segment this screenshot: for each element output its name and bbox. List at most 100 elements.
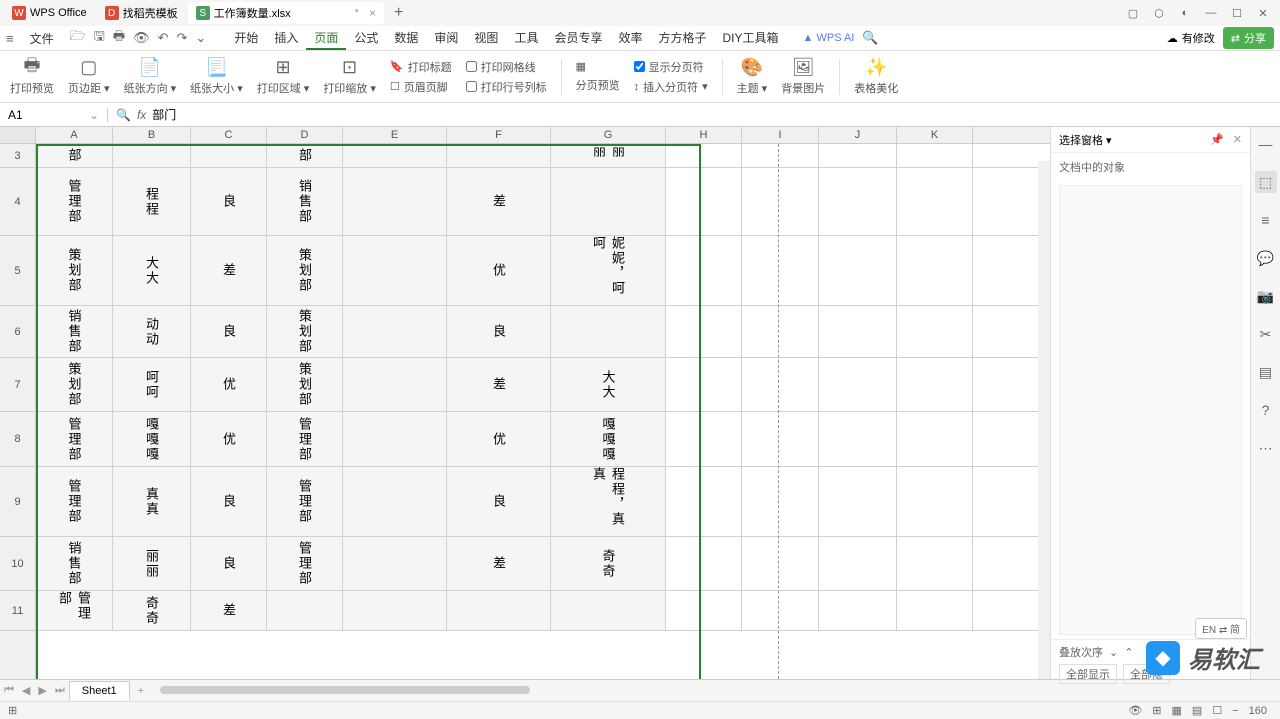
cell[interactable]: 差 xyxy=(447,168,551,235)
cell[interactable] xyxy=(666,467,742,536)
print-area-button[interactable]: ⊞打印区域 ▾ xyxy=(257,58,310,96)
horizontal-scrollbar[interactable] xyxy=(160,686,1272,696)
eye-icon[interactable]: 👁 xyxy=(1123,704,1147,717)
row-header[interactable]: 9 xyxy=(0,467,35,537)
beautify-button[interactable]: ✨表格美化 xyxy=(854,58,898,96)
margins-button[interactable]: ▢页边距 ▾ xyxy=(68,58,110,96)
tab-close-icon[interactable]: × xyxy=(369,6,376,20)
cell[interactable]: 销售部 xyxy=(267,168,343,235)
vertical-scrollbar[interactable] xyxy=(1038,161,1050,679)
size-button[interactable]: 📃纸张大小 ▾ xyxy=(190,58,243,96)
pin-icon[interactable]: 📌 xyxy=(1210,134,1224,146)
cell[interactable] xyxy=(819,591,897,630)
col-header[interactable]: E xyxy=(343,127,447,143)
file-menu[interactable]: 文件 xyxy=(22,28,62,49)
cell[interactable] xyxy=(666,412,742,466)
page-preview-button[interactable]: ▦ xyxy=(576,60,620,73)
cell[interactable] xyxy=(666,591,742,630)
cell[interactable]: 优 xyxy=(191,358,267,411)
view-page-icon[interactable]: ▤ xyxy=(1187,704,1207,717)
cell[interactable] xyxy=(897,144,973,167)
cell[interactable]: 程程，真真 xyxy=(551,467,666,536)
row-header[interactable]: 11 xyxy=(0,591,35,631)
menu-item-会员专享[interactable]: 会员专享 xyxy=(546,27,610,50)
col-header[interactable]: G xyxy=(551,127,666,143)
cell[interactable]: 策划部 xyxy=(267,236,343,305)
cell[interactable]: 管理部 xyxy=(36,412,113,466)
minimize-button[interactable]: — xyxy=(1198,0,1224,26)
cell[interactable] xyxy=(447,591,551,630)
header-footer-button[interactable]: ☐ 页眉页脚 xyxy=(390,79,452,95)
cell[interactable]: 良 xyxy=(191,168,267,235)
cloud-status[interactable]: ☁ 有修改 xyxy=(1159,28,1223,48)
cell[interactable]: 丽丽 xyxy=(551,144,666,167)
tab-template[interactable]: D 找稻壳模板 xyxy=(97,2,186,24)
cell[interactable] xyxy=(819,168,897,235)
first-sheet-icon[interactable]: ⏮ xyxy=(0,684,18,697)
cell[interactable]: 管理部 xyxy=(36,168,113,235)
cell[interactable]: 策划部 xyxy=(36,236,113,305)
cell[interactable]: 奇奇 xyxy=(113,591,191,630)
undo-icon[interactable]: ↶ xyxy=(158,30,169,46)
cell[interactable] xyxy=(666,306,742,357)
chat-icon[interactable]: 💬 xyxy=(1255,247,1277,269)
cell[interactable] xyxy=(819,412,897,466)
cell[interactable] xyxy=(897,236,973,305)
cell[interactable]: 呵呵 xyxy=(113,358,191,411)
gridlines-checkbox[interactable]: 打印网格线 xyxy=(466,59,547,75)
orientation-button[interactable]: 📄纸张方向 ▾ xyxy=(124,58,177,96)
theme-button[interactable]: 🎨主题 ▾ xyxy=(737,58,768,96)
cell[interactable]: 嘎嘎嘎 xyxy=(551,412,666,466)
cell[interactable] xyxy=(343,358,447,411)
move-up-icon[interactable]: ⌃ xyxy=(1124,646,1133,659)
show-breaks-checkbox[interactable]: 显示分页符 xyxy=(634,59,708,75)
cell[interactable]: 大大 xyxy=(113,236,191,305)
col-header[interactable]: C xyxy=(191,127,267,143)
cell[interactable]: 部 xyxy=(36,144,113,167)
print-preview-button[interactable]: 🖶打印预览 xyxy=(10,58,54,96)
cell[interactable] xyxy=(819,236,897,305)
cube-icon[interactable]: ⬡ xyxy=(1146,0,1172,26)
close-button[interactable]: ✕ xyxy=(1250,0,1276,26)
menu-item-开始[interactable]: 开始 xyxy=(226,27,266,50)
close-panel-icon[interactable]: ✕ xyxy=(1233,134,1242,146)
cell[interactable]: 策划部 xyxy=(267,358,343,411)
row-col-title-checkbox[interactable]: 打印行号列标 xyxy=(466,79,547,95)
show-all-button[interactable]: 全部显示 xyxy=(1059,664,1117,684)
cell[interactable] xyxy=(819,358,897,411)
cell[interactable] xyxy=(343,467,447,536)
cell[interactable] xyxy=(897,168,973,235)
print-title-button[interactable]: 🔖 打印标题 xyxy=(390,59,452,75)
cell[interactable]: 大大 xyxy=(551,358,666,411)
cell[interactable]: 优 xyxy=(191,412,267,466)
cell[interactable]: 良 xyxy=(191,306,267,357)
bg-image-button[interactable]: 🖼背景图片 xyxy=(781,58,825,96)
select-all-corner[interactable] xyxy=(0,127,36,143)
cell[interactable] xyxy=(666,144,742,167)
cell[interactable]: 程程 xyxy=(113,168,191,235)
maximize-button[interactable]: ☐ xyxy=(1224,0,1250,26)
cell[interactable]: 策划部 xyxy=(267,306,343,357)
cell[interactable]: 良 xyxy=(447,306,551,357)
add-tab-button[interactable]: + xyxy=(386,4,411,22)
cell[interactable] xyxy=(819,306,897,357)
collapse-icon[interactable]: — xyxy=(1255,133,1277,155)
zoom-value[interactable]: 160 xyxy=(1244,705,1272,717)
avatar-icon[interactable]: ◐ xyxy=(1172,0,1198,26)
cell[interactable]: 管理部 xyxy=(36,591,113,630)
preview-icon[interactable]: 👁 xyxy=(133,30,150,46)
search-icon[interactable]: 🔍 xyxy=(116,108,131,122)
cell[interactable] xyxy=(666,168,742,235)
cell[interactable]: 部 xyxy=(267,144,343,167)
wps-ai-button[interactable]: ▲ WPS AI xyxy=(803,32,855,44)
cell[interactable]: 管理部 xyxy=(267,467,343,536)
cell[interactable] xyxy=(551,168,666,235)
cell[interactable]: 良 xyxy=(447,467,551,536)
name-box[interactable]: A1 ⌄ xyxy=(0,108,108,122)
cell[interactable]: 管理部 xyxy=(267,412,343,466)
col-header[interactable]: F xyxy=(447,127,551,143)
menu-item-效率[interactable]: 效率 xyxy=(610,27,650,50)
menu-item-插入[interactable]: 插入 xyxy=(266,27,306,50)
add-sheet-button[interactable]: + xyxy=(130,685,152,697)
row-header[interactable]: 4 xyxy=(0,168,35,236)
